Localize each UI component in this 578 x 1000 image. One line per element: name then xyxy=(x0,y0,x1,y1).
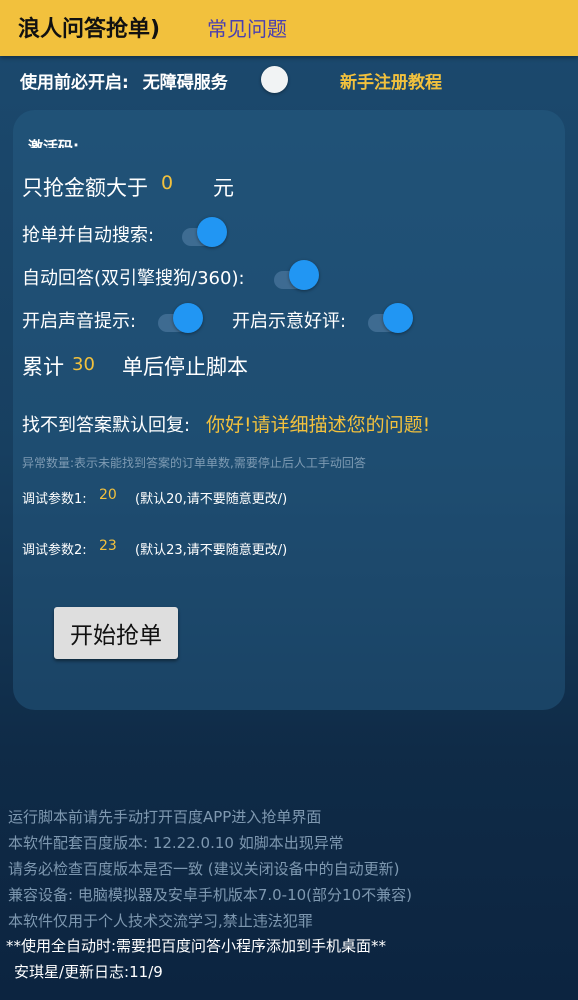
stop-after-label: 累计 xyxy=(22,355,64,379)
auto-search-label: 抢单并自动搜索: xyxy=(22,225,155,246)
info-line: 本软件仅用于个人技术交流学习,禁止违法犯罪 xyxy=(8,912,313,930)
debug-param2-label: 调试参数2: xyxy=(22,543,87,558)
app-title: 浪人问答抢单) xyxy=(18,17,161,42)
auto-answer-toggle[interactable] xyxy=(289,260,319,290)
info-line: 兼容设备: 电脑模拟器及安卓手机版本7.0-10(部分10不兼容) xyxy=(8,886,412,904)
min-amount-label: 只抢金额大于 xyxy=(22,176,148,200)
praise-label: 开启示意好评: xyxy=(232,311,347,332)
start-grab-button[interactable]: 开始抢单 xyxy=(54,607,178,659)
default-reply-label: 找不到答案默认回复: xyxy=(22,415,191,436)
sound-alert-toggle[interactable] xyxy=(173,303,203,333)
faq-link[interactable]: 常见问题 xyxy=(207,13,287,42)
accessibility-service-toggle[interactable] xyxy=(261,66,288,93)
auto-search-toggle[interactable] xyxy=(197,217,227,247)
debug-param2-note: (默认23,请不要随意更改/) xyxy=(135,543,288,558)
stop-after-input[interactable]: 30 xyxy=(72,354,114,375)
info-line: 本软件配套百度版本: 12.22.0.10 如脚本出现异常 xyxy=(8,834,344,852)
min-amount-input[interactable]: 0 xyxy=(161,172,207,194)
info-line-desktop-shortcut: **使用全自动时:需要把百度问答小程序添加到手机桌面** xyxy=(6,937,387,955)
accessibility-service-label: 无障碍服务 xyxy=(142,73,228,93)
min-amount-unit: 元 xyxy=(213,176,234,200)
accessibility-prompt: 使用前必开启: 无障碍服务 xyxy=(20,68,228,93)
default-reply-input[interactable]: 你好!请详细描述您的问题! xyxy=(206,410,430,437)
prerequisite-label: 使用前必开启: xyxy=(20,73,129,93)
sound-alert-label: 开启声音提示: xyxy=(22,311,137,332)
info-line: 运行脚本前请先手动打开百度APP进入抢单界面 xyxy=(8,808,322,826)
debug-param1-note: (默认20,请不要随意更改/) xyxy=(135,492,288,507)
tutorial-link[interactable]: 新手注册教程 xyxy=(340,68,442,93)
changelog-link[interactable]: 安琪星/更新日志:11/9 xyxy=(14,961,163,982)
debug-param1-input[interactable]: 20 xyxy=(99,487,125,503)
auto-answer-label: 自动回答(双引擎搜狗/360): xyxy=(22,268,245,289)
praise-toggle[interactable] xyxy=(383,303,413,333)
info-line: 请务必检查百度版本是否一致 (建议关闭设备中的自动更新) xyxy=(8,860,400,878)
debug-param2-input[interactable]: 23 xyxy=(99,538,125,554)
exception-hint: 异常数量:表示未能找到答案的订单单数,需要停止后人工手动回答 xyxy=(22,456,366,470)
top-bar: 浪人问答抢单) 常见问题 xyxy=(0,0,578,56)
stop-after-suffix: 单后停止脚本 xyxy=(122,355,248,379)
debug-param1-label: 调试参数1: xyxy=(22,492,87,507)
activation-code-label: 激活码: xyxy=(28,138,79,148)
